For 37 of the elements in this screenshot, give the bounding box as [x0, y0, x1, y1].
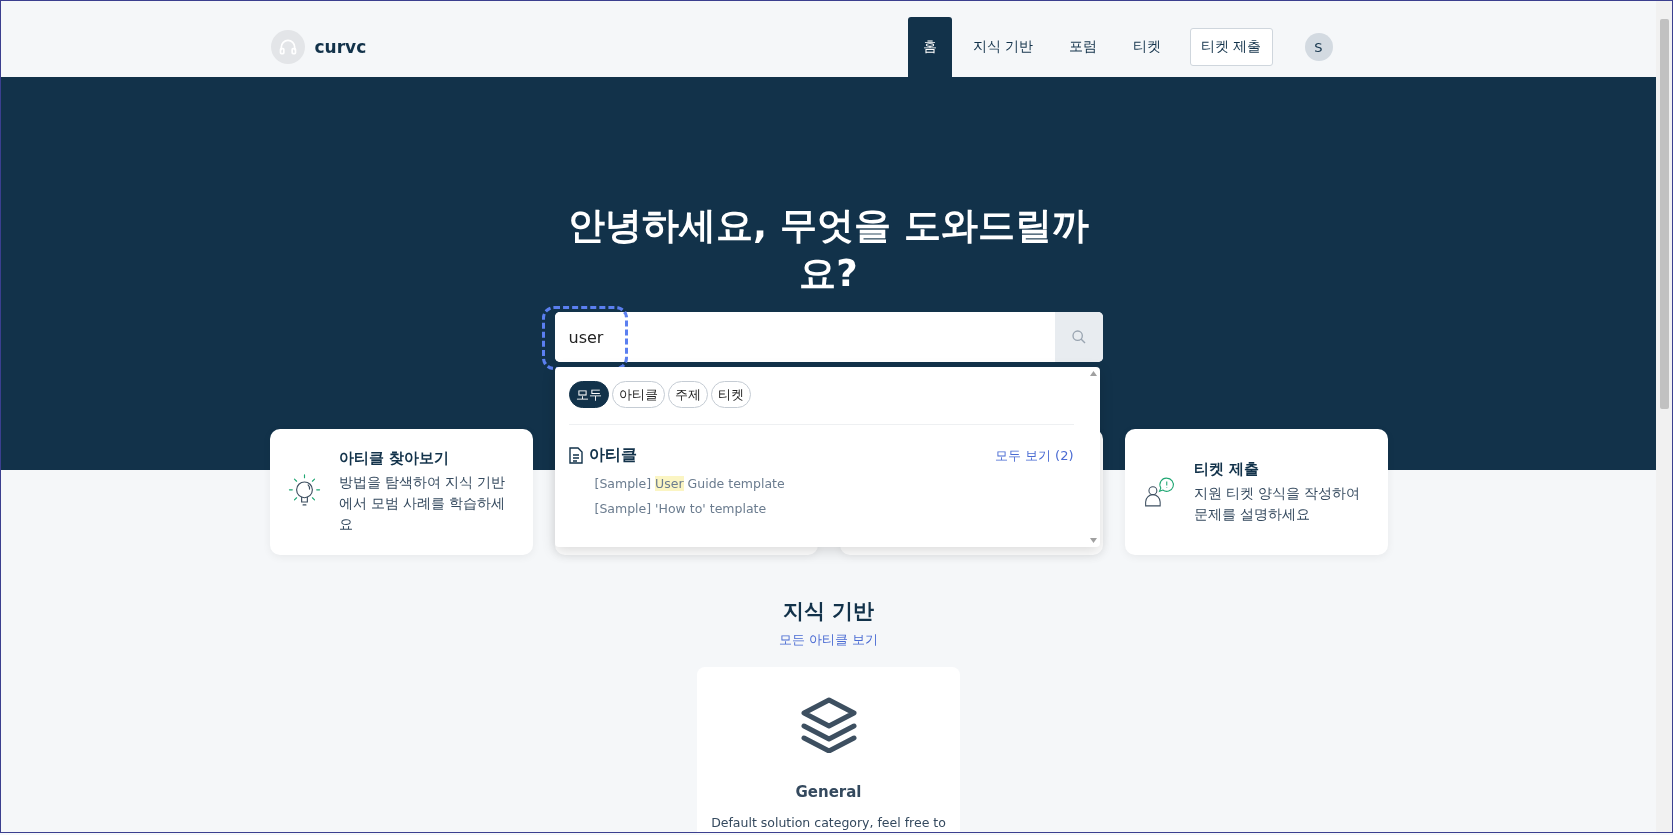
submit-ticket-button[interactable]: 티켓 제출 — [1190, 28, 1273, 66]
feature-card[interactable]: 아티클 찾아보기 방법을 탐색하여 지식 기반에서 모범 사례를 학습하세요 — [269, 429, 533, 555]
section-title: 아티클 — [588, 445, 638, 466]
search-button[interactable] — [1054, 312, 1103, 362]
view-all-link[interactable]: 모두 보기 (2) — [994, 446, 1074, 465]
filter-chip[interactable]: 모두 — [568, 381, 609, 408]
category-card[interactable]: General Default solution category, feel free to — [697, 667, 960, 832]
feature-card[interactable]: 티켓 제출 지원 티켓 양식을 작성하여 문제를 설명하세요 — [1124, 429, 1388, 555]
page-scrollbar[interactable] — [1656, 1, 1672, 832]
scroll-down-icon[interactable] — [1090, 538, 1097, 543]
search-result[interactable]: [Sample] 'How to' template — [594, 501, 1074, 516]
search-field[interactable]: user — [554, 312, 1103, 362]
card-description: 방법을 탐색하여 지식 기반에서 모범 사례를 학습하세요 — [338, 473, 507, 534]
filter-chip[interactable]: 티켓 — [710, 381, 751, 408]
category-description: Default solution category, feel free to — [711, 815, 946, 830]
logo-icon[interactable] — [270, 30, 305, 64]
nav-tab[interactable]: 홈 — [907, 17, 952, 77]
hero-title: 안녕하세요, 무엇을 도와드릴까요? — [567, 203, 1090, 297]
document-icon — [568, 447, 583, 464]
avatar[interactable]: S — [1304, 33, 1333, 61]
section-heading: 지식 기반 — [782, 598, 875, 625]
filter-chip[interactable]: 주제 — [667, 381, 708, 408]
card-title: 티켓 제출 — [1193, 459, 1260, 479]
card-description: 지원 티켓 양식을 작성하여 문제를 설명하세요 — [1193, 483, 1362, 524]
nav-tab[interactable]: 포럼 — [1054, 17, 1113, 77]
search-icon — [1070, 329, 1087, 345]
all-articles-link[interactable]: 모든 아티클 보기 — [778, 631, 879, 649]
category-name: General — [795, 783, 862, 801]
layers-icon — [800, 697, 857, 753]
brand-name: curvc — [314, 37, 367, 57]
nav-tab[interactable]: 지식 기반 — [957, 17, 1049, 77]
scroll-up-icon[interactable] — [1090, 371, 1097, 376]
search-result[interactable]: [Sample] User Guide template — [594, 476, 1074, 491]
card-title: 아티클 찾아보기 — [338, 449, 450, 468]
nav-tab[interactable]: 티켓 — [1118, 17, 1177, 77]
filter-chip[interactable]: 아티클 — [611, 381, 665, 408]
headset-icon — [277, 37, 298, 57]
